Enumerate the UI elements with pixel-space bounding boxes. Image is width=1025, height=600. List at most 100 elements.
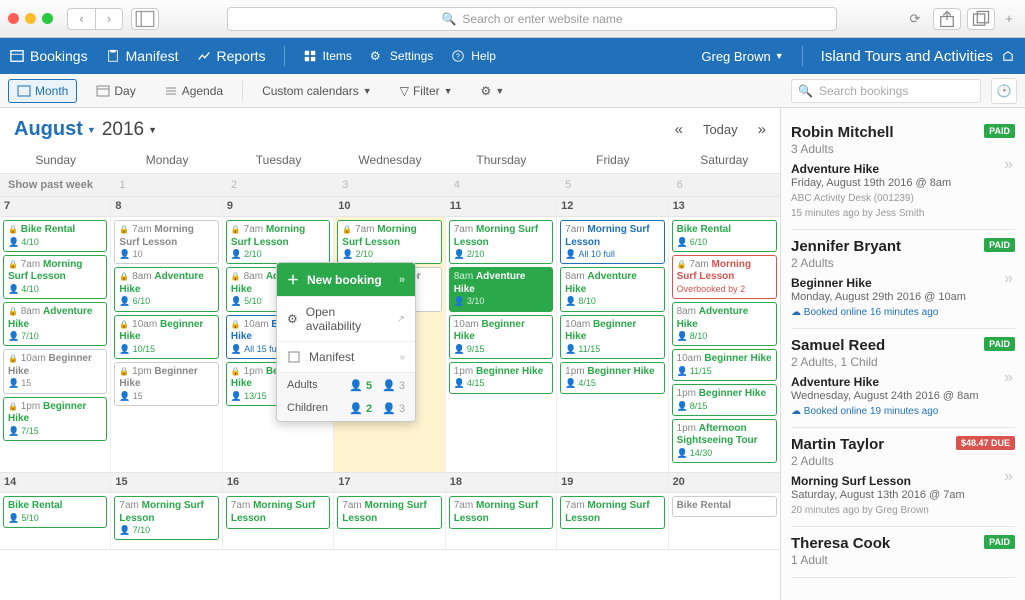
calendar-event[interactable]: Bike Rental👤 5/10 bbox=[3, 496, 107, 528]
calendar-event[interactable]: 7am Morning Surf Lesson👤 All 10 full bbox=[560, 220, 664, 264]
new-tab-button[interactable]: + bbox=[1001, 8, 1017, 30]
booking-card[interactable]: PAIDSamuel Reed2 Adults, 1 ChildAdventur… bbox=[791, 329, 1015, 428]
search-bookings[interactable]: 🔍 Search bookings bbox=[791, 79, 981, 103]
person-icon: 👤 bbox=[119, 391, 130, 402]
forward-button[interactable]: › bbox=[95, 8, 123, 30]
booking-card[interactable]: PAIDJennifer Bryant2 AdultsBeginner Hike… bbox=[791, 230, 1015, 329]
booking-card[interactable]: $48.47 DUEMartin Taylor2 AdultsMorning S… bbox=[791, 428, 1015, 527]
day-cell[interactable]: 117am Morning Surf Lesson👤 2/108am Adven… bbox=[446, 197, 557, 472]
day-cell[interactable]: 157am Morning Surf Lesson👤 7/10 bbox=[111, 473, 222, 549]
past-week-row[interactable]: Show past week123456 bbox=[0, 174, 780, 197]
nav-reports[interactable]: Reports bbox=[197, 48, 266, 64]
sidebar-toggle[interactable] bbox=[131, 8, 159, 30]
past-week-label[interactable]: Show past week bbox=[0, 174, 111, 196]
calendar-event[interactable]: 1pm Beginner Hike👤 4/15 bbox=[560, 362, 664, 394]
history-button[interactable]: 🕑 bbox=[991, 78, 1017, 104]
calendar-event[interactable]: 10am Beginner Hike👤 11/15 bbox=[672, 349, 777, 381]
chevron-down-icon: ▼ bbox=[87, 125, 96, 135]
svg-text:?: ? bbox=[456, 54, 460, 61]
day-cell[interactable]: 16 7am Morning Surf Lesson bbox=[223, 473, 334, 549]
bookings-sidebar: PAIDRobin Mitchell3 AdultsAdventure Hike… bbox=[780, 108, 1025, 600]
calendar-event[interactable]: 🔒 10am Beginner Hike👤 15 bbox=[3, 349, 107, 393]
day-cell[interactable]: 14 Bike Rental👤 5/10 bbox=[0, 473, 111, 549]
view-agenda[interactable]: Agenda bbox=[155, 79, 232, 103]
reload-button[interactable]: ⟳ bbox=[905, 8, 925, 30]
calendar-event[interactable]: 🔒 8am Adventure Hike👤 6/10 bbox=[114, 267, 218, 311]
calendar-event[interactable]: 🔒 7am Morning Surf Lesson👤 2/10 bbox=[226, 220, 330, 264]
back-button[interactable]: ‹ bbox=[67, 8, 95, 30]
nav-bookings[interactable]: Bookings bbox=[10, 48, 88, 64]
calendar-event[interactable]: 1pm Beginner Hike👤 8/15 bbox=[672, 384, 777, 416]
party-size: 3 Adults bbox=[791, 142, 1015, 156]
share-button[interactable] bbox=[933, 8, 961, 30]
tabs-button[interactable] bbox=[967, 8, 995, 30]
calendar-event[interactable]: Bike Rental👤 6/10 bbox=[672, 220, 777, 252]
calendar-event[interactable]: 7am Morning Surf Lesson bbox=[449, 496, 553, 529]
day-cell[interactable]: 187am Morning Surf Lesson bbox=[446, 473, 557, 549]
open-availability-button[interactable]: ⚙ Open availability ↗ bbox=[277, 297, 415, 342]
person-icon: 👤 bbox=[565, 249, 576, 260]
day-number: 13 bbox=[669, 197, 780, 217]
day-cell[interactable]: 127am Morning Surf Lesson👤 All 10 full8a… bbox=[557, 197, 668, 472]
custom-calendars-dropdown[interactable]: Custom calendars ▼ bbox=[253, 79, 381, 103]
calendar-event[interactable]: 🔒 10am Beginner Hike👤 10/15 bbox=[114, 315, 218, 359]
activity-name: Adventure Hike bbox=[791, 162, 1015, 176]
calendar-event[interactable]: 🔒 7am Morning Surf Lesson👤 2/10 bbox=[337, 220, 441, 264]
calendar-event[interactable]: 1pm Afternoon Sightseeing Tour👤 14/30 bbox=[672, 419, 777, 463]
calendar-event[interactable]: 8am Adventure Hike👤 3/10 bbox=[449, 267, 553, 311]
external-icon: ↗ bbox=[397, 314, 405, 325]
calendar-event[interactable]: 8am Adventure Hike👤 8/10 bbox=[560, 267, 664, 311]
prev-period[interactable]: « bbox=[675, 121, 683, 138]
person-icon: 👤 bbox=[119, 525, 130, 536]
calendar-event[interactable]: Bike Rental bbox=[672, 496, 777, 517]
day-cell[interactable]: 13 Bike Rental👤 6/10🔒 7am Morning Surf L… bbox=[669, 197, 780, 472]
month-picker[interactable]: August ▼ bbox=[14, 118, 96, 141]
nav-help[interactable]: ? Help bbox=[451, 49, 496, 63]
calendar-event[interactable]: 10am Beginner Hike👤 9/15 bbox=[449, 315, 553, 359]
calendar-event[interactable]: 7am Morning Surf Lesson👤 2/10 bbox=[449, 220, 553, 264]
manifest-button[interactable]: Manifest » bbox=[277, 342, 415, 373]
maximize-window[interactable] bbox=[42, 13, 53, 24]
calendar-event[interactable]: 🔒 7am Morning Surf Lesson👤 4/10 bbox=[3, 255, 107, 299]
booking-card[interactable]: PAIDRobin Mitchell3 AdultsAdventure Hike… bbox=[791, 116, 1015, 230]
url-bar[interactable]: 🔍 Search or enter website name bbox=[227, 7, 837, 31]
day-number: 17 bbox=[334, 473, 444, 493]
calendar-event[interactable]: 🔒 7am Morning Surf Lesson👤 10 bbox=[114, 220, 218, 264]
booking-card[interactable]: PAIDTheresa Cook1 Adult bbox=[791, 527, 1015, 578]
calendar-event[interactable]: 8am Adventure Hike👤 8/10 bbox=[672, 302, 777, 346]
day-cell[interactable]: 7🔒 Bike Rental👤 4/10🔒 7am Morning Surf L… bbox=[0, 197, 111, 472]
calendar-event[interactable]: 10am Beginner Hike👤 11/15 bbox=[560, 315, 664, 359]
user-menu[interactable]: Greg Brown ▼ bbox=[701, 49, 783, 64]
calendar-event[interactable]: 🔒 1pm Beginner Hike👤 15 bbox=[114, 362, 218, 406]
view-day[interactable]: Day bbox=[87, 79, 144, 103]
day-cell[interactable]: 197am Morning Surf Lesson bbox=[557, 473, 668, 549]
calendar-event[interactable]: 7am Morning Surf Lesson bbox=[226, 496, 330, 529]
nav-manifest[interactable]: Manifest bbox=[106, 48, 179, 64]
close-window[interactable] bbox=[8, 13, 19, 24]
calendar-event[interactable]: 🔒 8am Adventure Hike👤 7/10 bbox=[3, 302, 107, 346]
filter-dropdown[interactable]: ▽ Filter ▼ bbox=[391, 79, 462, 103]
person-icon: 👤 bbox=[382, 403, 396, 415]
today-button[interactable]: Today bbox=[703, 122, 738, 137]
calendar-event[interactable]: 7am Morning Surf Lesson bbox=[560, 496, 664, 529]
nav-settings[interactable]: ⚙ Settings bbox=[370, 49, 433, 63]
calendar-event[interactable]: 7am Morning Surf Lesson👤 7/10 bbox=[114, 496, 218, 540]
settings-dropdown[interactable]: ⚙ ▼ bbox=[472, 79, 514, 103]
calendar-event[interactable]: 1pm Beginner Hike👤 4/15 bbox=[449, 362, 553, 394]
calendar-event[interactable]: 7am Morning Surf Lesson bbox=[337, 496, 441, 529]
company-switcher[interactable]: Island Tours and Activities bbox=[821, 48, 1015, 65]
day-icon bbox=[96, 84, 110, 98]
next-period[interactable]: » bbox=[758, 121, 766, 138]
new-booking-button[interactable]: ＋ New booking » bbox=[277, 263, 415, 297]
day-cell[interactable]: 17 7am Morning Surf Lesson bbox=[334, 473, 445, 549]
nav-items[interactable]: Items bbox=[303, 49, 352, 63]
year-picker[interactable]: 2016 ▼ bbox=[102, 119, 157, 141]
calendar-event[interactable]: 🔒 Bike Rental👤 4/10 bbox=[3, 220, 107, 252]
day-number: 16 bbox=[223, 473, 333, 493]
minimize-window[interactable] bbox=[25, 13, 36, 24]
calendar-event[interactable]: 🔒 7am Morning Surf LessonOverbooked by 2 bbox=[672, 255, 777, 299]
view-month[interactable]: Month bbox=[8, 79, 77, 103]
calendar-event[interactable]: 🔒 1pm Beginner Hike👤 7/15 bbox=[3, 397, 107, 441]
day-cell[interactable]: 20 Bike Rental bbox=[669, 473, 780, 549]
day-cell[interactable]: 8🔒 7am Morning Surf Lesson👤 10🔒 8am Adve… bbox=[111, 197, 222, 472]
